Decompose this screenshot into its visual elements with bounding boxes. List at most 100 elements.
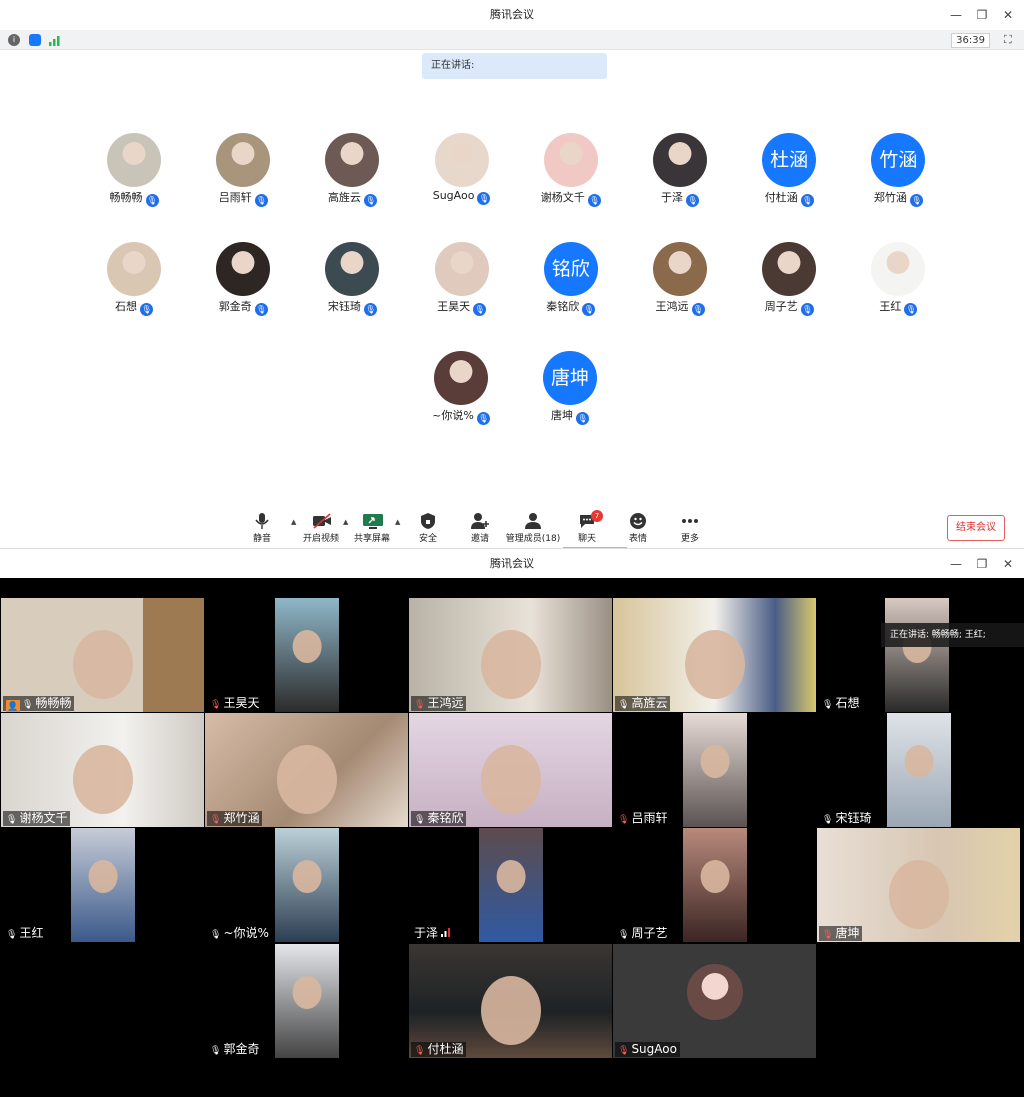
mic-icon: 🎙 [582,303,596,316]
participant-name-row: 高旌云 🎙 [297,189,407,207]
video-tile[interactable]: 于泽 [409,828,612,942]
invite-label: 邀请 [470,534,489,544]
participant-item[interactable]: 谢杨文千 🎙 [516,133,626,223]
participant-item[interactable]: 高旌云 🎙 [297,133,407,223]
participant-item[interactable]: 石想 🎙 [79,242,189,332]
participant-name-row: SugAoo 🎙 [407,189,517,205]
person-silhouette [292,975,322,1010]
share-screen-button[interactable]: 共享屏幕 [345,510,399,544]
more-label: 更多 [680,534,699,544]
tile-name-label: 🎙 郑竹涵 [207,811,263,826]
minimize-icon[interactable]: — [950,9,962,21]
share-options-caret[interactable]: ▲ [395,518,400,526]
video-feed [479,828,543,942]
chat-button[interactable]: 7 聊天 [560,510,614,544]
info-icon[interactable]: i [8,34,20,46]
camera-off-icon [312,513,331,529]
video-tile[interactable]: 🎙 王昊天 [205,598,408,712]
tile-name: 畅畅畅 [35,696,72,710]
participant-item[interactable]: 竹涵郑竹涵 🎙 [843,133,953,223]
tile-name: 王红 [19,926,44,940]
participant-item[interactable]: SugAoo 🎙 [407,133,517,223]
video-tile[interactable]: 🎙 王鸿远 [409,598,612,712]
video-tile[interactable]: 🎙 谢杨文千 [1,713,204,827]
video-tile[interactable]: 🎙 郑竹涵 [205,713,408,827]
participant-item[interactable]: 于泽 🎙 [625,133,735,223]
participant-item[interactable]: ~你说% 🎙 [406,351,516,441]
participant-item[interactable]: 铭欣 秦铭欣 🎙 [516,242,626,332]
video-tile[interactable]: 🎙 吕雨轩 [613,713,816,827]
participant-name-row: 王昊天 🎙 [407,298,517,316]
tile-name-label: 🎙 王红 [3,926,47,941]
video-feed [1,598,204,712]
security-icon [419,513,437,529]
participant-item[interactable]: 王鸿远 🎙 [625,242,735,332]
video-feed [275,598,339,712]
video-feed [205,713,408,827]
manage-members-button[interactable]: 管理成员(18) [505,510,561,544]
minimize-icon[interactable]: — [950,558,962,570]
tile-name: 高旌云 [631,696,668,710]
start-video-button[interactable]: 开启视频 [294,510,348,544]
participant-name-row: 于泽 🎙 [625,189,735,207]
video-tile[interactable]: 🎙 秦铭欣 [409,713,612,827]
mic-icon: 🎙 [822,700,834,710]
reactions-label: 表情 [628,534,647,544]
tile-name-label: 🎙 SugAoo [615,1042,680,1057]
mic-muted-icon: 🎙 [210,815,222,825]
close-icon[interactable]: ✕ [1002,558,1014,570]
video-tile[interactable]: 🎙 周子艺 [613,828,816,942]
signal-icon[interactable] [49,34,61,46]
participant-item[interactable]: 畅畅畅 🎙 [79,133,189,223]
avatar [653,133,707,187]
tile-name: 王鸿远 [427,696,464,710]
participant-item[interactable]: 杜涵 付杜涵 🎙 [734,133,844,223]
video-feed [409,598,612,712]
mic-icon: 🎙 [254,303,268,316]
participant-item[interactable]: 郭金奇 🎙 [188,242,298,332]
participant-item[interactable]: 王红 🎙 [843,242,953,332]
speaking-indicator: 正在讲话: [422,53,607,79]
mute-button[interactable]: 静音 [235,510,289,544]
more-button[interactable]: 更多 [663,510,717,544]
video-tile[interactable]: 🎙 郭金奇 [205,944,408,1058]
close-icon[interactable]: ✕ [1002,9,1014,21]
video-tile[interactable]: 🎙 高旌云 [613,598,816,712]
tile-name: 唐坤 [835,926,860,940]
mic-muted-icon: 🎙 [210,700,222,710]
shield-icon[interactable] [29,34,41,46]
video-tile[interactable]: 🎙 宋钰琦 [817,713,1020,827]
avatar: 竹涵 [871,133,926,187]
avatar [325,133,380,187]
participant-name-row: ~你说% 🎙 [406,407,516,425]
end-meeting-button[interactable]: 结束会议 [947,515,1005,541]
participant-name: 王红 [879,300,902,313]
participant-item[interactable]: 宋钰琦 🎙 [297,242,407,332]
video-tile[interactable]: 🎙 ~你说% [205,828,408,942]
reactions-button[interactable]: 表情 [611,510,665,544]
participant-item[interactable]: 王昊天 🎙 [407,242,517,332]
security-button[interactable]: 安全 [401,510,455,544]
video-tile[interactable]: 🎙 唐坤 [817,828,1020,942]
restore-icon[interactable]: ❐ [976,9,988,21]
avatar [653,242,707,296]
video-tile[interactable]: 🎙 付杜涵 [409,944,612,1058]
participant-item[interactable]: 吕雨轩 🎙 [188,133,298,223]
avatar: 唐坤 [543,351,597,405]
video-tile[interactable]: 👤 🎙 畅畅畅 [1,598,204,712]
fullscreen-icon[interactable]: ⛶ [1004,34,1016,46]
participant-item[interactable]: 周子艺 🎙 [734,242,844,332]
mic-icon: 🎙 [210,930,222,940]
mic-icon: 🎙 [800,303,814,316]
host-icon: 👤 [6,700,20,712]
video-tile[interactable]: 🎙 王红 [1,828,204,942]
participant-name-row: 郑竹涵 🎙 [843,189,953,207]
tile-name-label: 🎙 秦铭欣 [411,811,467,826]
participant-item[interactable]: 唐坤 唐坤 🎙 [515,351,625,441]
invite-button[interactable]: 邀请 [453,510,507,544]
participant-name: ~你说% [432,409,474,422]
video-tile[interactable]: 🎙 石想 [817,598,1020,712]
restore-icon[interactable]: ❐ [976,558,988,570]
video-tile[interactable]: 🎙 SugAoo [613,944,816,1058]
tile-name-label: 🎙 王昊天 [207,696,263,711]
